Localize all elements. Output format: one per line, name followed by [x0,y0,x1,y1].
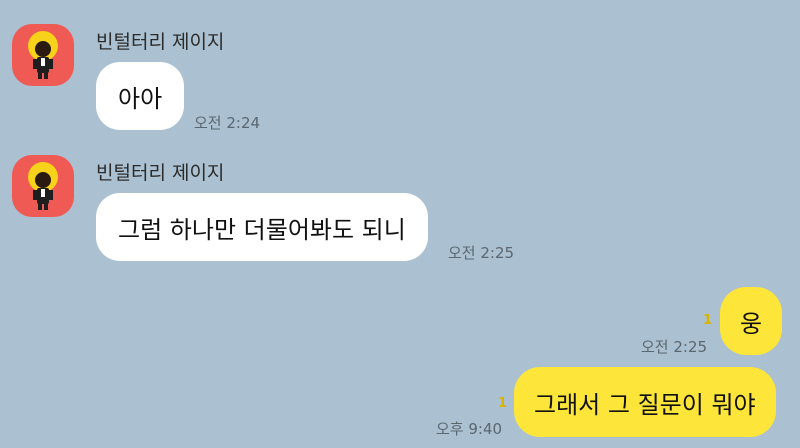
unread-count: 1 [703,313,713,328]
message-time: 오전 2:25 [448,244,515,262]
outgoing-message-bubble[interactable]: 그래서 그 질문이 뭐야 [514,367,776,437]
sender-avatar[interactable] [12,155,74,217]
sender-name: 빈털터리 제이지 [96,31,225,53]
unread-count: 1 [498,396,508,411]
message-time: 오전 2:25 [641,338,708,356]
sender-avatar[interactable] [12,24,74,86]
message-time: 오후 9:40 [436,420,503,438]
incoming-message-bubble[interactable]: 그럼 하나만 더물어봐도 되니 [96,193,428,261]
message-time: 오전 2:24 [194,114,261,132]
outgoing-message-bubble[interactable]: 웅 [720,287,783,355]
profile-avatar-icon [28,162,58,210]
profile-avatar-icon [28,31,58,79]
incoming-message-bubble[interactable]: 아아 [96,62,185,130]
sender-name: 빈털터리 제이지 [96,162,225,184]
